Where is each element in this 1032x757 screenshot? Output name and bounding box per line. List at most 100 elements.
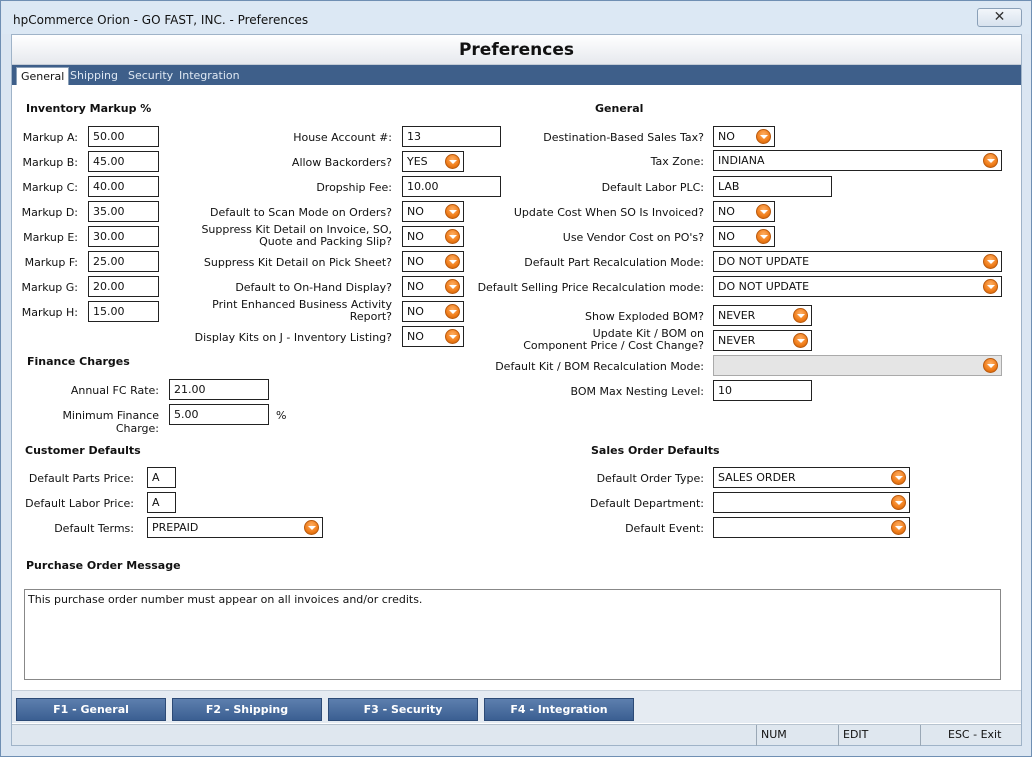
exploded-bom-dropdown[interactable]: NEVER <box>713 305 812 326</box>
default-terms-label: Default Terms: <box>54 522 134 535</box>
selling-recalc-dropdown[interactable]: DO NOT UPDATE <box>713 276 1002 297</box>
markup-a-label: Markup A: <box>22 131 78 144</box>
default-labor-price-field[interactable]: A <box>147 492 176 513</box>
min-finance-charge-field[interactable]: 5.00 <box>169 404 269 425</box>
markup-g-field[interactable]: 20.00 <box>88 276 159 297</box>
part-recalc-label: Default Part Recalculation Mode: <box>524 256 704 269</box>
default-order-type-value: SALES ORDER <box>718 471 796 484</box>
default-department-label: Default Department: <box>590 497 704 510</box>
markup-h-label: Markup H: <box>21 306 78 319</box>
allow-backorders-value: YES <box>407 155 428 168</box>
scan-mode-dropdown[interactable]: NO <box>402 201 464 222</box>
allow-backorders-dropdown[interactable]: YES <box>402 151 464 172</box>
markup-e-label: Markup E: <box>23 231 78 244</box>
markup-d-field[interactable]: 35.00 <box>88 201 159 222</box>
default-event-label: Default Event: <box>625 522 704 535</box>
scan-mode-label: Default to Scan Mode on Orders? <box>210 206 392 219</box>
po-message-textarea[interactable]: This purchase order number must appear o… <box>24 589 1001 680</box>
bom-nesting-label: BOM Max Nesting Level: <box>570 385 704 398</box>
exploded-bom-label: Show Exploded BOM? <box>585 310 704 323</box>
po-message-heading: Purchase Order Message <box>26 559 181 572</box>
kit-recalc-dropdown[interactable] <box>713 355 1002 376</box>
markup-c-field[interactable]: 40.00 <box>88 176 159 197</box>
f3-security-button[interactable]: F3 - Security <box>328 698 478 721</box>
chevron-down-icon[interactable] <box>756 204 771 219</box>
markup-d-label: Markup D: <box>21 206 78 219</box>
suppress-kit-invoice-dropdown[interactable]: NO <box>402 226 464 247</box>
chevron-down-icon[interactable] <box>445 329 460 344</box>
suppress-kit-pick-label: Suppress Kit Detail on Pick Sheet? <box>203 256 392 269</box>
chevron-down-icon[interactable] <box>445 254 460 269</box>
chevron-down-icon[interactable] <box>983 358 998 373</box>
chevron-down-icon[interactable] <box>891 520 906 535</box>
chevron-down-icon[interactable] <box>445 304 460 319</box>
markup-h-field[interactable]: 15.00 <box>88 301 159 322</box>
annual-fc-rate-field[interactable]: 21.00 <box>169 379 269 400</box>
chevron-down-icon[interactable] <box>756 229 771 244</box>
page-title: Preferences <box>458 40 575 60</box>
default-parts-price-field[interactable]: A <box>147 467 176 488</box>
chevron-down-icon[interactable] <box>983 254 998 269</box>
update-cost-dropdown[interactable]: NO <box>713 201 775 222</box>
tax-zone-value: INDIANA <box>718 154 765 167</box>
suppress-kit-pick-dropdown[interactable]: NO <box>402 251 464 272</box>
chevron-down-icon[interactable] <box>983 279 998 294</box>
min-finance-charge-label: Minimum Finance Charge: <box>62 409 159 435</box>
markup-f-field[interactable]: 25.00 <box>88 251 159 272</box>
display-kits-label: Display Kits on J - Inventory Listing? <box>194 331 392 344</box>
default-event-dropdown[interactable] <box>713 517 910 538</box>
chevron-down-icon[interactable] <box>756 129 771 144</box>
enhanced-report-label: Print Enhanced Business Activity Report? <box>192 299 392 323</box>
close-button[interactable]: ✕ <box>977 8 1022 27</box>
bom-nesting-field[interactable]: 10 <box>713 380 812 401</box>
display-kits-value: NO <box>407 330 424 343</box>
f4-integration-button[interactable]: F4 - Integration <box>484 698 634 721</box>
default-department-dropdown[interactable] <box>713 492 910 513</box>
update-kit-dropdown[interactable]: NEVER <box>713 330 812 351</box>
default-order-type-dropdown[interactable]: SALES ORDER <box>713 467 910 488</box>
display-kits-dropdown[interactable]: NO <box>402 326 464 347</box>
chevron-down-icon[interactable] <box>304 520 319 535</box>
f2-shipping-button[interactable]: F2 - Shipping <box>172 698 322 721</box>
markup-b-field[interactable]: 45.00 <box>88 151 159 172</box>
esc-exit-button[interactable]: ESC - Exit <box>920 725 1021 746</box>
default-terms-value: PREPAID <box>152 521 199 534</box>
chevron-down-icon[interactable] <box>445 204 460 219</box>
chevron-down-icon[interactable] <box>793 333 808 348</box>
tax-zone-dropdown[interactable]: INDIANA <box>713 150 1002 171</box>
selling-recalc-label: Default Selling Price Recalculation mode… <box>477 281 704 294</box>
enhanced-report-dropdown[interactable]: NO <box>402 301 464 322</box>
part-recalc-value: DO NOT UPDATE <box>718 255 810 268</box>
labor-plc-field[interactable]: LAB <box>713 176 832 197</box>
chevron-down-icon[interactable] <box>445 154 460 169</box>
markup-e-field[interactable]: 30.00 <box>88 226 159 247</box>
window: hpCommerce Orion - GO FAST, INC. - Prefe… <box>0 0 1032 757</box>
chevron-down-icon[interactable] <box>891 495 906 510</box>
default-terms-dropdown[interactable]: PREPAID <box>147 517 323 538</box>
tab-security[interactable]: Security <box>124 67 177 85</box>
kit-recalc-label: Default Kit / BOM Recalculation Mode: <box>495 360 704 373</box>
chevron-down-icon[interactable] <box>891 470 906 485</box>
part-recalc-dropdown[interactable]: DO NOT UPDATE <box>713 251 1002 272</box>
tab-general[interactable]: General <box>16 67 70 85</box>
chevron-down-icon[interactable] <box>983 153 998 168</box>
general-heading: General <box>595 102 644 115</box>
inventory-markup-heading: Inventory Markup % <box>26 102 152 115</box>
markup-a-field[interactable]: 50.00 <box>88 126 159 147</box>
update-cost-value: NO <box>718 205 735 218</box>
update-kit-label-line2: Component Price / Cost Change? <box>523 339 704 352</box>
tab-shipping[interactable]: Shipping <box>66 67 122 85</box>
tab-integration[interactable]: Integration <box>175 67 244 85</box>
vendor-cost-value: NO <box>718 230 735 243</box>
vendor-cost-label: Use Vendor Cost on PO's? <box>562 231 704 244</box>
suppress-kit-invoice-label: Suppress Kit Detail on Invoice, SO, Quote… <box>192 224 392 248</box>
dest-tax-dropdown[interactable]: NO <box>713 126 775 147</box>
onhand-display-label: Default to On-Hand Display? <box>235 281 392 294</box>
f1-general-button[interactable]: F1 - General <box>16 698 166 721</box>
window-title: hpCommerce Orion - GO FAST, INC. - Prefe… <box>13 13 309 27</box>
chevron-down-icon[interactable] <box>793 308 808 323</box>
vendor-cost-dropdown[interactable]: NO <box>713 226 775 247</box>
status-bar: NUM EDIT ESC - Exit <box>12 724 1021 746</box>
markup-g-label: Markup G: <box>21 281 78 294</box>
chevron-down-icon[interactable] <box>445 229 460 244</box>
